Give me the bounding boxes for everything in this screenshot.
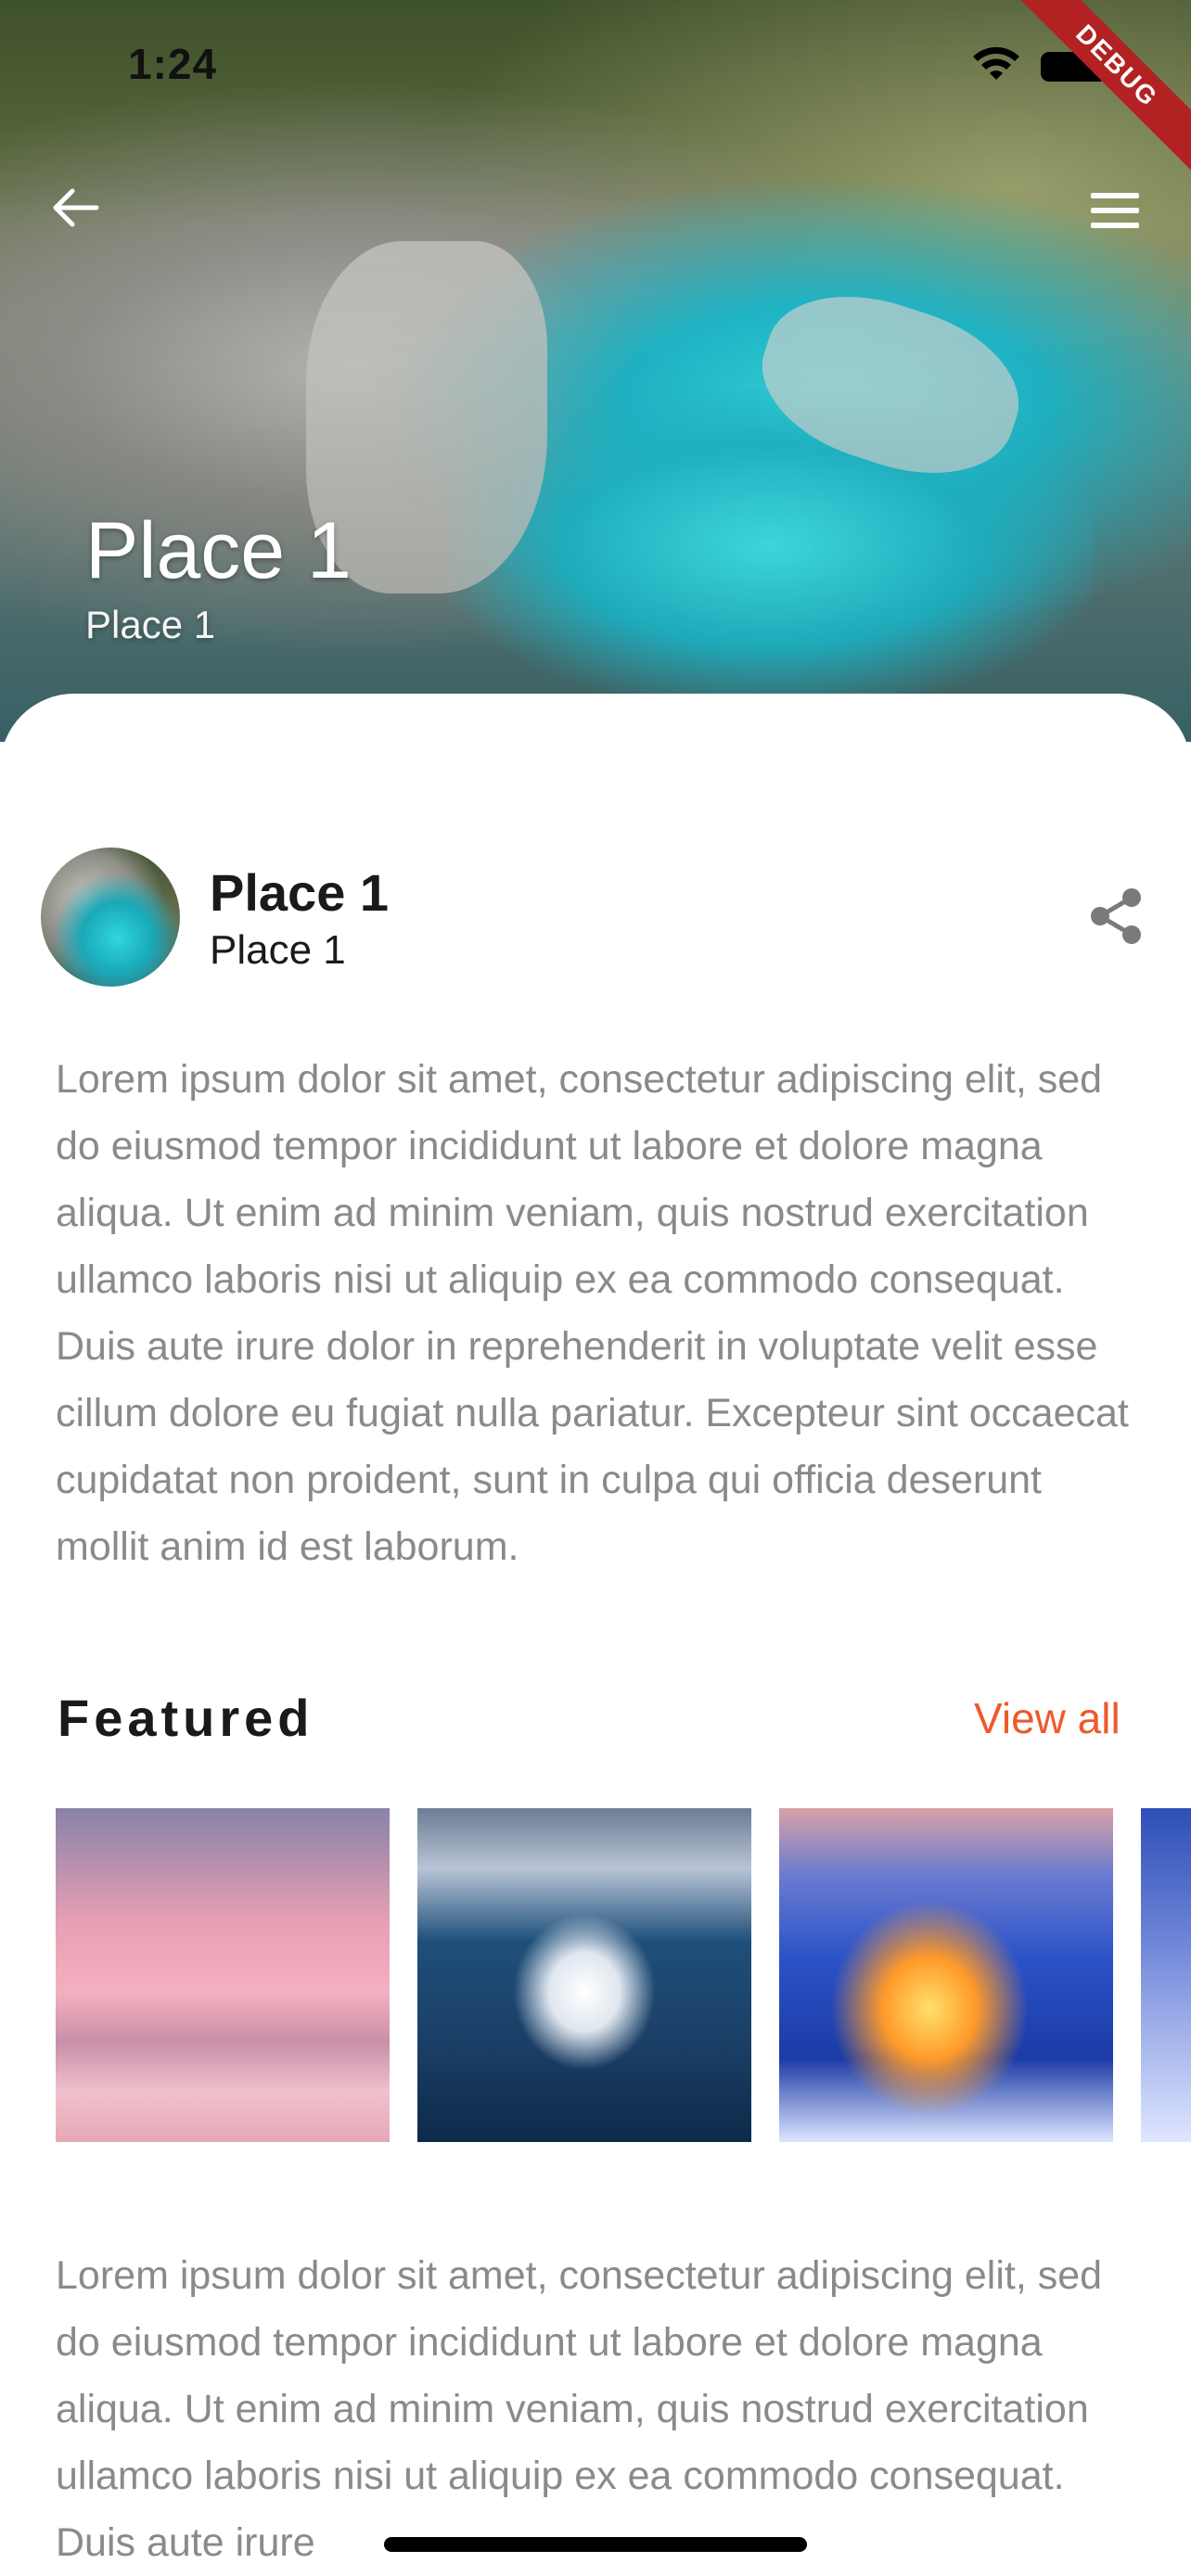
featured-thumbnail[interactable] — [56, 1808, 390, 2142]
description-text: Lorem ipsum dolor sit amet, consectetur … — [56, 1057, 1129, 1569]
home-indicator — [384, 2537, 807, 2552]
place-subtitle: Place 1 — [210, 927, 346, 973]
view-all-link[interactable]: View all — [974, 1693, 1121, 1743]
share-icon[interactable] — [1087, 886, 1145, 946]
hero-title: Place 1 — [85, 506, 352, 595]
hero-subtitle: Place 1 — [85, 603, 216, 646]
avatar — [41, 848, 180, 987]
description-text-2: Lorem ipsum dolor sit amet, consectetur … — [56, 2253, 1103, 2565]
menu-icon[interactable] — [1089, 191, 1141, 230]
featured-thumbnail[interactable] — [417, 1808, 751, 2142]
place-name: Place 1 — [210, 863, 390, 922]
featured-title: Featured — [58, 1689, 314, 1747]
featured-thumbnail[interactable] — [1141, 1808, 1191, 2142]
wifi-icon — [973, 46, 1019, 80]
back-arrow-icon[interactable] — [50, 185, 102, 230]
featured-thumbnail[interactable] — [779, 1808, 1113, 2142]
status-time: 1:24 — [128, 40, 218, 88]
